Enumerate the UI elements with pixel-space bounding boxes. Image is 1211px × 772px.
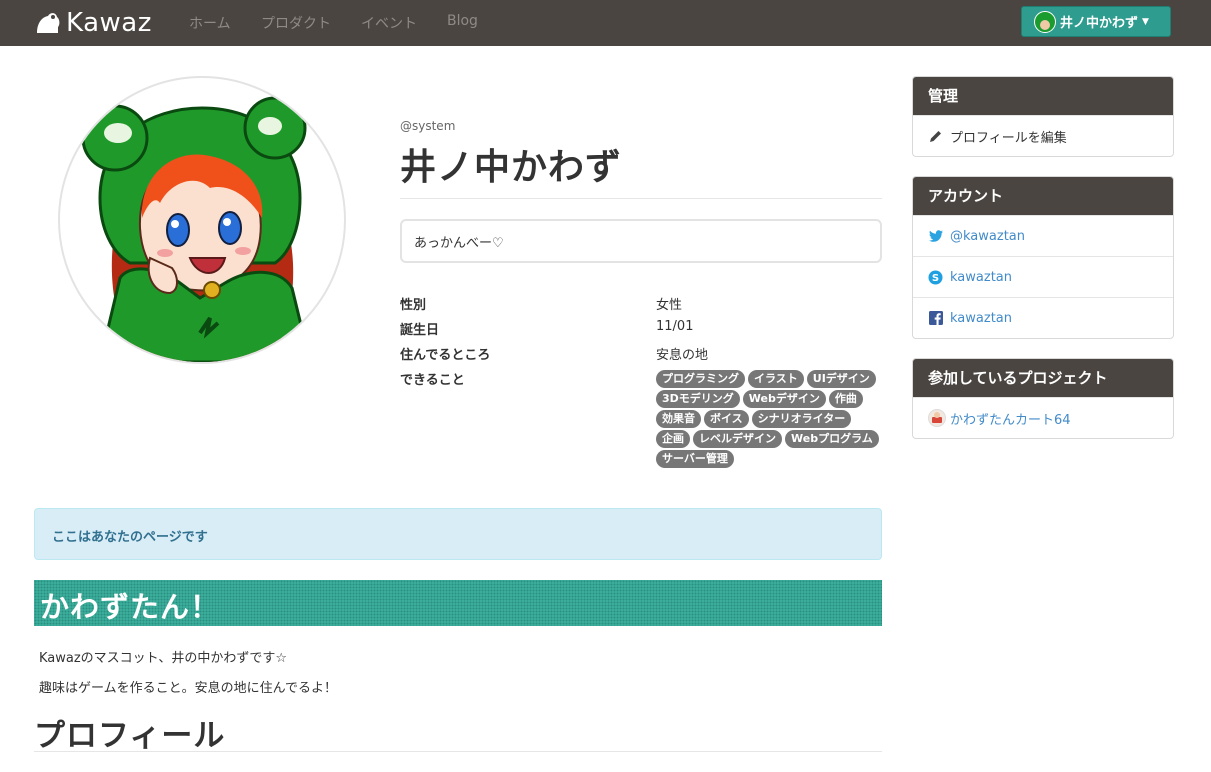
info-label-gender: 性別 bbox=[400, 298, 427, 313]
skill-badge[interactable]: Webプログラム bbox=[785, 430, 879, 448]
info-label-location: 住んでるところ bbox=[400, 348, 491, 363]
facebook-icon bbox=[928, 311, 943, 326]
project-thumbnail-icon bbox=[928, 409, 946, 427]
admin-panel: 管理 プロフィールを編集 bbox=[912, 76, 1174, 157]
nav-events-link[interactable]: イベント bbox=[361, 13, 417, 33]
skill-badge[interactable]: シナリオライター bbox=[751, 410, 852, 428]
user-menu-name: 井ノ中かわず bbox=[1060, 16, 1139, 31]
projects-panel-title: 参加しているプロジェクト bbox=[913, 359, 1173, 397]
skype-account-label: kawaztan bbox=[950, 269, 1012, 285]
project-name: かわずたんカート64 bbox=[950, 412, 1071, 428]
facebook-account-link[interactable]: kawaztan bbox=[913, 297, 1173, 338]
skill-badge[interactable]: レベルデザイン bbox=[693, 430, 782, 448]
intro-paragraph-1: Kawazのマスコット、井の中かわずです☆ bbox=[39, 651, 288, 666]
skill-badge[interactable]: 作曲 bbox=[828, 390, 863, 408]
chevron-down-icon: ▼ bbox=[1142, 16, 1149, 27]
twitter-account-link[interactable]: @kawaztan bbox=[913, 215, 1173, 256]
pencil-icon bbox=[928, 129, 943, 144]
skill-list: プログラミング イラスト UIデザイン 3Dモデリング Webデザイン 作曲 効… bbox=[656, 370, 886, 468]
user-avatar bbox=[1034, 10, 1056, 33]
skill-badge[interactable]: サーバー管理 bbox=[656, 450, 734, 468]
skype-icon: S bbox=[928, 270, 943, 285]
info-label-birthday: 誕生日 bbox=[400, 323, 440, 338]
project-link[interactable]: かわずたんカート64 bbox=[913, 397, 1173, 438]
skype-account-link[interactable]: S kawaztan bbox=[913, 256, 1173, 297]
divider bbox=[400, 198, 882, 199]
admin-panel-title: 管理 bbox=[913, 77, 1173, 115]
skill-badge[interactable]: 企画 bbox=[656, 430, 690, 448]
banner-title: かわずたん！ bbox=[40, 590, 221, 624]
twitter-icon bbox=[928, 229, 943, 244]
divider bbox=[34, 751, 882, 752]
profile-quote: あっかんべー♡ bbox=[400, 219, 882, 263]
intro-paragraph-2: 趣味はゲームを作ること。安息の地に住んでるよ！ bbox=[39, 681, 337, 696]
skill-badge[interactable]: UIデザイン bbox=[806, 370, 876, 388]
profile-avatar bbox=[58, 76, 346, 364]
top-navbar: Kawaz ホーム プロダクト イベント Blog 井ノ中かわず ▼ bbox=[0, 0, 1211, 46]
skill-badge[interactable]: 効果音 bbox=[656, 410, 701, 428]
accounts-panel: アカウント @kawaztan S kawaztan kawaztan bbox=[912, 176, 1174, 339]
screen-name: @system bbox=[400, 119, 456, 133]
intro-banner: かわずたん！ bbox=[34, 580, 882, 626]
nav-products-link[interactable]: プロダクト bbox=[261, 13, 331, 33]
nav-blog-link[interactable]: Blog bbox=[447, 13, 478, 29]
twitter-account-label: @kawaztan bbox=[950, 228, 1025, 244]
edit-profile-link[interactable]: プロフィールを編集 bbox=[913, 115, 1173, 156]
info-value-gender: 女性 bbox=[656, 298, 683, 313]
svg-text:S: S bbox=[932, 273, 939, 284]
brand-name: Kawaz bbox=[66, 8, 152, 38]
info-value-location: 安息の地 bbox=[656, 348, 709, 363]
info-label-skills: できること bbox=[400, 373, 465, 388]
frog-logo-icon bbox=[37, 13, 60, 33]
profile-section-heading: プロフィール bbox=[34, 718, 226, 754]
accounts-panel-title: アカウント bbox=[913, 177, 1173, 215]
skill-badge[interactable]: イラスト bbox=[748, 370, 804, 388]
user-menu-button[interactable]: 井ノ中かわず ▼ bbox=[1021, 6, 1171, 37]
edit-profile-label: プロフィールを編集 bbox=[950, 130, 1067, 146]
skill-badge[interactable]: ボイス bbox=[704, 410, 749, 428]
facebook-account-label: kawaztan bbox=[950, 310, 1012, 326]
projects-panel: 参加しているプロジェクト かわずたんカート64 bbox=[912, 358, 1174, 439]
skill-badge[interactable]: プログラミング bbox=[656, 370, 745, 388]
profile-display-name: 井ノ中かわず bbox=[400, 147, 623, 188]
info-value-birthday: 11/01 bbox=[656, 319, 694, 334]
nav-home-link[interactable]: ホーム bbox=[189, 13, 231, 33]
own-page-alert: ここはあなたのページです bbox=[34, 508, 882, 560]
brand-logo[interactable]: Kawaz bbox=[34, 6, 152, 40]
frog-character-illustration bbox=[81, 96, 312, 362]
skill-badge[interactable]: 3Dモデリング bbox=[656, 390, 740, 408]
skill-badge[interactable]: Webデザイン bbox=[742, 390, 826, 408]
